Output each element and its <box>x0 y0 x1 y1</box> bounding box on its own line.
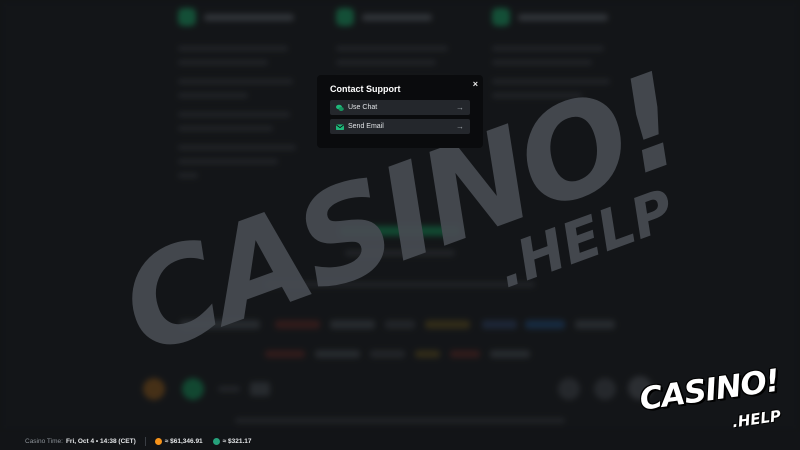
divider <box>144 436 146 446</box>
casino-time-value: Fri, Oct 4 • 14:38 (CET) <box>65 437 136 445</box>
logo-sub-text: .HELP <box>730 406 783 432</box>
btc-balance: ≈ $61,346.91 <box>164 437 203 445</box>
contact-support-modal: × Contact Support Use Chat → Send Email … <box>317 75 483 148</box>
modal-title: Contact Support <box>330 84 401 94</box>
envelope-icon <box>336 123 344 131</box>
usdt-balance: ≈ $321.17 <box>222 437 252 445</box>
close-icon[interactable]: × <box>473 79 478 89</box>
use-chat-button[interactable]: Use Chat → <box>330 100 470 115</box>
send-email-label: Send Email <box>348 123 384 130</box>
send-email-button[interactable]: Send Email → <box>330 119 470 134</box>
casino-help-logo: CASINO! .HELP <box>637 363 790 438</box>
casino-time-label: Casino Time: <box>25 437 63 445</box>
arrow-right-icon: → <box>456 103 464 112</box>
chat-bubbles-icon <box>336 104 344 112</box>
screen: CASINO! .HELP × Contact Support Use Chat… <box>0 0 800 450</box>
use-chat-label: Use Chat <box>348 104 378 111</box>
bitcoin-icon <box>154 437 162 445</box>
arrow-right-icon: → <box>456 122 464 131</box>
tether-icon <box>212 437 220 445</box>
